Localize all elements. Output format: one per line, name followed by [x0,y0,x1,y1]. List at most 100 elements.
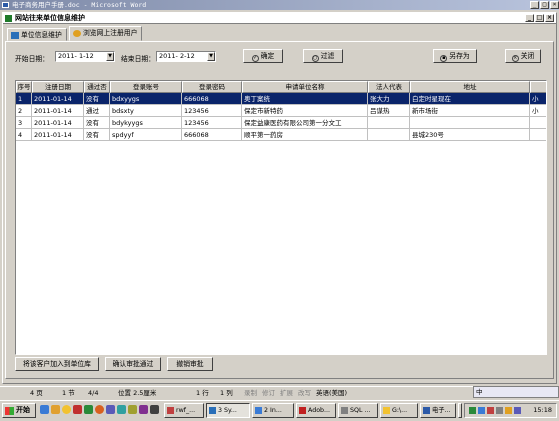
ime-mode[interactable]: 中 [476,388,483,396]
task-in-label: 2 In... [264,407,282,414]
task-ecommerce[interactable]: 电子... [420,403,456,418]
col-header-approved[interactable]: 通过否 [84,81,110,93]
tray-clock[interactable]: 15:18 [533,404,552,417]
status-ext[interactable]: 扩展 [280,387,293,399]
quicklaunch-app2-icon[interactable] [84,405,93,414]
start-button[interactable]: 开始 [2,403,36,418]
col-header-address[interactable]: 地址 [410,81,530,93]
start-date-picker[interactable]: 2011- 1-12 ▼ [55,51,115,62]
status-position: 位置 2.5厘米 [118,389,157,397]
tray-ime-icon[interactable] [478,407,485,414]
cell-reg-date: 2011-01-14 [32,129,84,141]
cell-index: 3 [16,117,32,129]
table-row[interactable]: 3 2011-01-14 没有 bdykyygs 123456 保定益康医药有限… [16,117,546,129]
windows-logo-icon [5,407,14,415]
approve-button[interactable]: 确认审批通过 [105,357,161,371]
tab-browse-users[interactable]: 浏览网上注册用户 [69,26,143,41]
task-sys[interactable]: 3 Sy... [206,403,250,418]
users-grid[interactable]: 序号 注册日期 通过否 登录账号 登录密码 申请单位名称 法人代表 地址 1 2… [15,80,547,355]
table-row[interactable]: 2 2011-01-14 通过 bdsxty 123456 保定市新特药 吕谋热… [16,105,546,117]
cell-legal-rep: 张大力 [368,93,410,105]
cell-address [410,117,530,129]
task-hidden[interactable] [458,403,462,418]
status-ovr[interactable]: 改写 [298,387,311,399]
word-title-bar: 电子商务用户手册.doc - Microsoft Word _ □ × [0,0,559,10]
filter-button[interactable]: ○ 过滤 [303,49,343,63]
table-row[interactable]: 4 2011-01-14 没有 spdyyf 666068 顺平第一药房 县城2… [16,129,546,141]
quicklaunch-app7-icon[interactable] [139,405,148,414]
quicklaunch-app6-icon[interactable] [128,405,137,414]
end-date-picker[interactable]: 2011- 2-12 ▼ [156,51,216,62]
filter-label: 过滤 [320,52,335,60]
status-pages: 4/4 [88,389,99,397]
confirm-icon: ✓ [251,55,259,62]
minimize-icon[interactable]: _ [530,1,539,9]
quicklaunch-app8-icon[interactable] [150,405,159,414]
quicklaunch-app5-icon[interactable] [117,405,126,414]
task-sql-icon [341,407,348,414]
cell-login-account: bdykyygs [110,117,182,129]
col-header-extra[interactable] [530,81,546,93]
quicklaunch-desktop-icon[interactable] [40,405,49,414]
task-rwf-label: rwf_... [176,407,196,414]
tab-browse-users-label: 浏览网上注册用户 [83,29,138,37]
quicklaunch-ie-icon[interactable] [51,405,60,414]
quicklaunch-app-icon[interactable] [73,405,82,414]
quicklaunch-app3-icon[interactable] [95,405,104,414]
task-sql[interactable]: SQL ... [338,403,378,418]
task-explorer[interactable]: G:\... [380,403,418,418]
status-page: 4 页 [30,389,43,397]
maximize-icon[interactable]: □ [540,1,549,9]
cell-reg-date: 2011-01-14 [32,105,84,117]
app-window: 网站往来单位信息维护 _ □ × 单位信息维护 浏览网上注册用户 开始日期： 2… [2,12,557,384]
status-rec[interactable]: 录制 [244,387,257,399]
close-button[interactable]: × 关闭 [505,49,541,63]
save-as-button[interactable]: ▪ 另存为 [433,49,477,63]
col-header-reg-date[interactable]: 注册日期 [32,81,84,93]
cell-reg-date: 2011-01-14 [32,93,84,105]
task-explorer-icon [383,407,390,414]
tab-unit-info[interactable]: 单位信息维护 [7,28,67,41]
start-date-value: 2011- 1-12 [58,52,94,60]
revoke-button[interactable]: 撤销审批 [167,357,213,371]
col-header-index[interactable]: 序号 [16,81,32,93]
task-rwf[interactable]: rwf_... [164,403,204,418]
add-to-library-button[interactable]: 将该客户加入到单位库 [15,357,99,371]
cell-login-password: 123456 [182,117,242,129]
task-adobe[interactable]: Adob... [296,403,336,418]
confirm-button[interactable]: ✓ 确定 [243,49,283,63]
ime-toolbar[interactable]: 中 [473,386,559,398]
app-close-icon[interactable]: × [545,14,554,22]
end-date-value: 2011- 2-12 [159,52,195,60]
cell-address: 县城230号 [410,129,530,141]
col-header-login-password[interactable]: 登录密码 [182,81,242,93]
tray-antivirus-icon[interactable] [487,407,494,414]
quicklaunch-folder-icon[interactable] [62,405,71,414]
app-restore-icon[interactable]: □ [535,14,544,22]
col-header-login-account[interactable]: 登录账号 [110,81,182,93]
task-adobe-label: Adob... [308,407,331,414]
task-in[interactable]: 2 In... [252,403,294,418]
word-window-title: 电子商务用户手册.doc - Microsoft Word [12,1,147,9]
cell-approved: 没有 [84,93,110,105]
tray-volume-icon[interactable] [496,407,503,414]
confirm-label: 确定 [260,52,275,60]
status-section: 1 节 [62,389,75,397]
status-language: 英语(美国) [316,389,348,397]
cell-index: 4 [16,129,32,141]
close-label: 关闭 [520,52,535,60]
quicklaunch-app4-icon[interactable] [106,405,115,414]
col-header-unit-name[interactable]: 申请单位名称 [242,81,368,93]
tray-network-icon[interactable] [469,407,476,414]
table-row[interactable]: 1 2011-01-14 没有 bdxyygs 666068 奥丁案统 张大力 … [16,93,546,105]
end-date-dropdown-icon[interactable]: ▼ [207,52,215,61]
close-icon[interactable]: × [550,1,559,9]
app-minimize-icon[interactable]: _ [525,14,534,22]
tray-app-icon[interactable] [505,407,512,414]
task-adobe-icon [299,407,306,414]
cell-login-account: bdsxty [110,105,182,117]
start-date-dropdown-icon[interactable]: ▼ [106,52,114,61]
status-trk[interactable]: 修订 [262,387,275,399]
tray-app2-icon[interactable] [514,407,521,414]
col-header-legal-rep[interactable]: 法人代表 [368,81,410,93]
